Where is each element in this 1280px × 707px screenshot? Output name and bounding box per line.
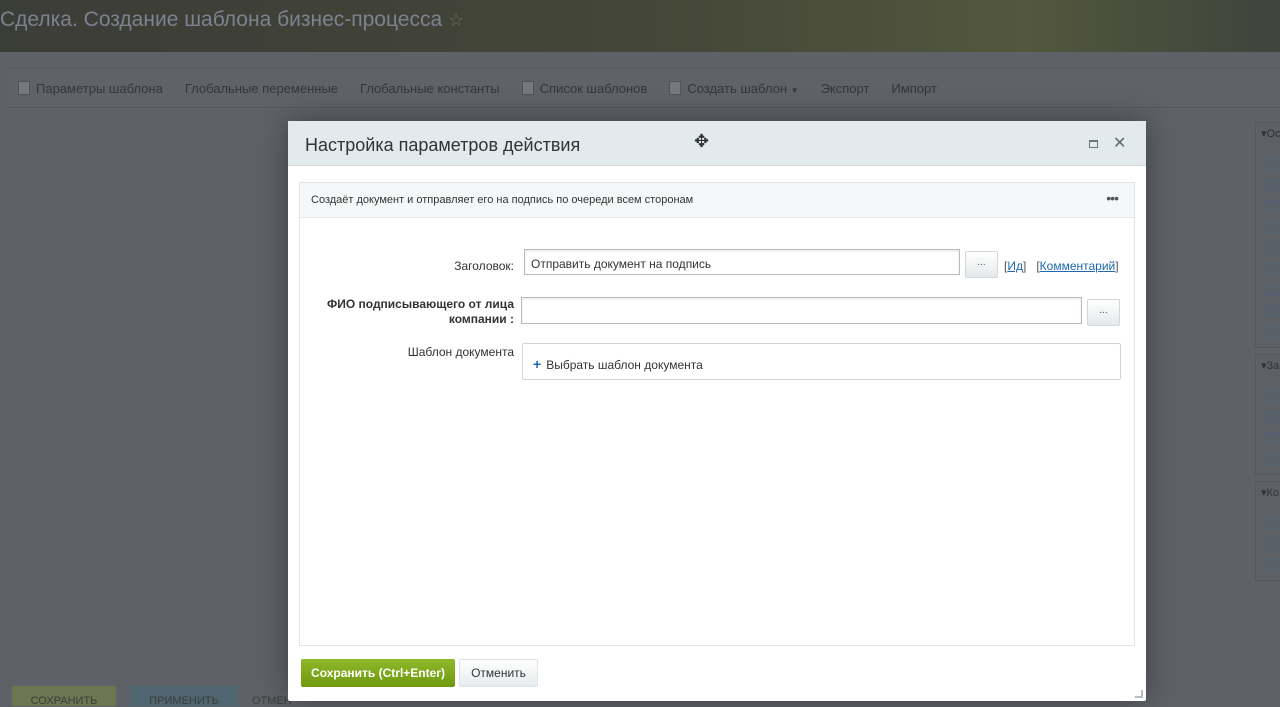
activity-icon[interactable] xyxy=(1266,200,1278,212)
more-icon[interactable]: ••• xyxy=(1106,190,1119,206)
activity-icon[interactable] xyxy=(1266,158,1278,170)
activity-icon[interactable] xyxy=(1266,284,1278,296)
chevron-down-icon: ▼ xyxy=(790,85,799,95)
activity-icon[interactable] xyxy=(1266,179,1278,191)
dialog-header[interactable]: Настройка параметров действия ✥ ✕ xyxy=(288,121,1146,166)
title-insert-button[interactable]: ... xyxy=(965,251,998,278)
activity-icon[interactable] xyxy=(1266,453,1278,465)
toolbar-template-params[interactable]: Параметры шаблона xyxy=(18,80,163,96)
toolbar-global-variables[interactable]: Глобальные переменные xyxy=(185,81,338,96)
activity-icon[interactable] xyxy=(1266,263,1278,275)
toolbar: Параметры шаблона Глобальные переменные … xyxy=(8,68,1280,108)
dialog-title: Настройка параметров действия xyxy=(305,135,581,155)
activities-panel: ▾Ос ▾За ▾Ко xyxy=(1255,122,1280,682)
dialog-body: Создаёт документ и отправляет его на под… xyxy=(299,182,1135,646)
page-save-button[interactable]: СОХРАНИТЬ xyxy=(12,686,116,707)
signer-label: ФИО подписывающего от лица компании : xyxy=(326,297,514,326)
move-cursor-icon: ✥ xyxy=(694,131,710,151)
activity-icon[interactable] xyxy=(1266,538,1278,550)
toolbar-template-list[interactable]: Список шаблонов xyxy=(521,80,647,96)
panel-section: ▾За xyxy=(1255,354,1280,475)
page-title: Сделка. Создание шаблона бизнес-процесса xyxy=(0,8,443,31)
title-input[interactable]: Отправить документ на подпись xyxy=(524,249,960,275)
toolbar-export[interactable]: Экспорт xyxy=(821,81,870,96)
action-description: Создаёт документ и отправляет его на под… xyxy=(300,183,1134,218)
activity-icon[interactable] xyxy=(1266,221,1278,233)
page-header: Сделка. Создание шаблона бизнес-процесса… xyxy=(0,0,1280,52)
toolbar-import[interactable]: Импорт xyxy=(891,81,936,96)
panel-section: ▾Ос xyxy=(1255,122,1280,348)
list-icon xyxy=(521,80,534,95)
select-template-button[interactable]: + Выбрать шаблон документа xyxy=(522,343,1121,380)
panel-section: ▾Ко xyxy=(1255,481,1280,581)
activity-icon[interactable] xyxy=(1266,559,1278,571)
activity-icon[interactable] xyxy=(1266,242,1278,254)
maximize-icon[interactable] xyxy=(1089,140,1098,148)
activity-icon[interactable] xyxy=(1266,517,1278,529)
resize-handle[interactable] xyxy=(1135,690,1143,698)
comment-link[interactable]: Комментарий xyxy=(1040,259,1116,273)
toolbar-global-constants[interactable]: Глобальные константы xyxy=(360,81,500,96)
params-icon xyxy=(18,80,30,95)
signer-insert-button[interactable]: ... xyxy=(1087,299,1120,326)
action-settings-dialog: Настройка параметров действия ✥ ✕ Создаё… xyxy=(288,121,1146,701)
id-link[interactable]: Ид xyxy=(1007,259,1023,273)
star-icon[interactable]: ☆ xyxy=(448,10,464,30)
title-label: Заголовок: xyxy=(454,259,514,273)
cancel-button[interactable]: Отменить xyxy=(459,659,538,687)
toolbar-create-template[interactable]: Создать шаблон ▼ xyxy=(669,80,799,96)
activity-icon[interactable] xyxy=(1266,326,1278,338)
template-label: Шаблон документа xyxy=(407,345,514,359)
activity-icon[interactable] xyxy=(1266,432,1278,444)
page-cancel-button[interactable]: ОТМЕНИТЬ xyxy=(252,686,292,706)
activity-icon[interactable] xyxy=(1266,411,1278,423)
save-button[interactable]: Сохранить (Ctrl+Enter) xyxy=(301,659,455,687)
activity-icon[interactable] xyxy=(1266,390,1278,402)
signer-input[interactable] xyxy=(521,297,1082,324)
plus-icon: + xyxy=(533,356,542,372)
document-icon xyxy=(669,80,682,95)
page-apply-button[interactable]: ПРИМЕНИТЬ xyxy=(130,686,238,707)
activity-icon[interactable] xyxy=(1266,305,1278,317)
close-icon[interactable]: ✕ xyxy=(1113,133,1126,153)
